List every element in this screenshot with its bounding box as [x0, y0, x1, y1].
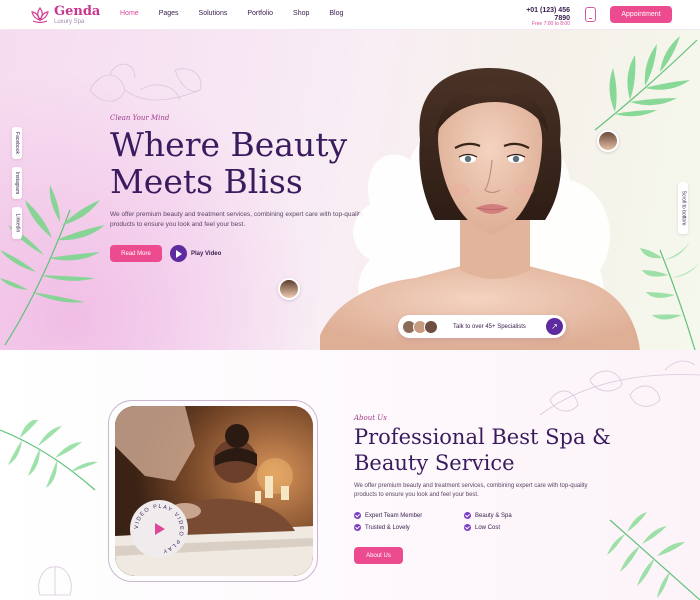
specialists-pill[interactable]: Talk to over 45+ Specialists ↗	[398, 315, 566, 338]
about-title: Professional Best Spa & Beauty Service	[354, 425, 611, 475]
nav-item-home[interactable]: Home	[120, 10, 139, 17]
read-more-button[interactable]: Read More	[110, 245, 162, 262]
check-icon	[464, 524, 471, 531]
about-us-button[interactable]: About Us	[354, 547, 403, 564]
site-header: Genda Luxury Spa Home Pages Solutions Po…	[0, 0, 700, 30]
hero-section: Facebook Instagram Linkedin Scroll to bo…	[0, 30, 700, 350]
feature-list: Expert Team Member Beauty & Spa Trusted …	[354, 512, 524, 531]
specialist-avatars	[402, 319, 438, 334]
logo-tagline: Luxury Spa	[54, 19, 85, 25]
play-icon	[170, 245, 187, 262]
lotus-logo-icon	[31, 6, 49, 24]
about-description: We offer premium beauty and treatment se…	[354, 483, 588, 498]
hero-model-image	[320, 68, 640, 350]
video-play-badge[interactable]: VIDEO PLAY VIDEO PLAY	[130, 500, 188, 558]
phone-icon[interactable]	[585, 7, 596, 22]
avatar	[278, 278, 300, 300]
check-icon	[354, 512, 361, 519]
social-link-facebook[interactable]: Facebook	[12, 127, 22, 159]
nav-item-blog[interactable]: Blog	[329, 10, 343, 17]
nav-item-solutions[interactable]: Solutions	[199, 10, 228, 17]
hero-eyebrow: Clean Your Mind	[110, 114, 170, 122]
social-link-instagram[interactable]: Instagram	[12, 167, 22, 199]
check-icon	[464, 512, 471, 519]
palm-leaf-icon	[0, 185, 105, 346]
phone-number: +01 (123) 456 7890	[526, 7, 570, 22]
list-item: Beauty & Spa	[464, 512, 524, 519]
avatar	[597, 130, 619, 152]
appointment-button[interactable]: Appointment	[610, 6, 672, 23]
phone-hours: Free 7:00 to 8:00	[531, 21, 570, 28]
nav-item-shop[interactable]: Shop	[293, 10, 309, 17]
list-item: Low Cost	[464, 524, 524, 531]
main-nav: Home Pages Solutions Portfolio Shop Blog	[120, 10, 363, 17]
nav-item-pages[interactable]: Pages	[159, 10, 179, 17]
list-item: Expert Team Member	[354, 512, 464, 519]
palm-leaf-icon	[0, 420, 98, 491]
play-icon	[152, 522, 166, 536]
play-video-label: Play Video	[191, 250, 222, 257]
flower-outline-decoration	[89, 63, 202, 102]
scroll-to-bottom[interactable]: Scroll to bottom	[678, 182, 688, 234]
social-link-linkedin[interactable]: Linkedin	[12, 207, 22, 239]
flower-outline-decoration	[38, 566, 72, 596]
about-section: VIDEO PLAY VIDEO PLAY About Us Professio…	[0, 350, 700, 600]
arrow-up-right-icon[interactable]: ↗	[546, 318, 563, 335]
contact-phone[interactable]: +01 (123) 456 7890 Free 7:00 to 8:00	[510, 7, 570, 28]
logo[interactable]: Genda Luxury Spa	[30, 5, 100, 25]
flower-outline-decoration	[540, 360, 700, 416]
specialists-text: Talk to over 45+ Specialists	[453, 323, 526, 330]
play-video-button[interactable]: Play Video	[170, 245, 221, 262]
logo-name: Genda	[54, 4, 101, 19]
list-item: Trusted & Lovely	[354, 524, 464, 531]
check-icon	[354, 524, 361, 531]
about-eyebrow: About Us	[354, 414, 387, 422]
palm-leaf-icon	[607, 512, 700, 600]
avatar	[424, 319, 438, 334]
nav-item-portfolio[interactable]: Portfolio	[247, 10, 273, 17]
